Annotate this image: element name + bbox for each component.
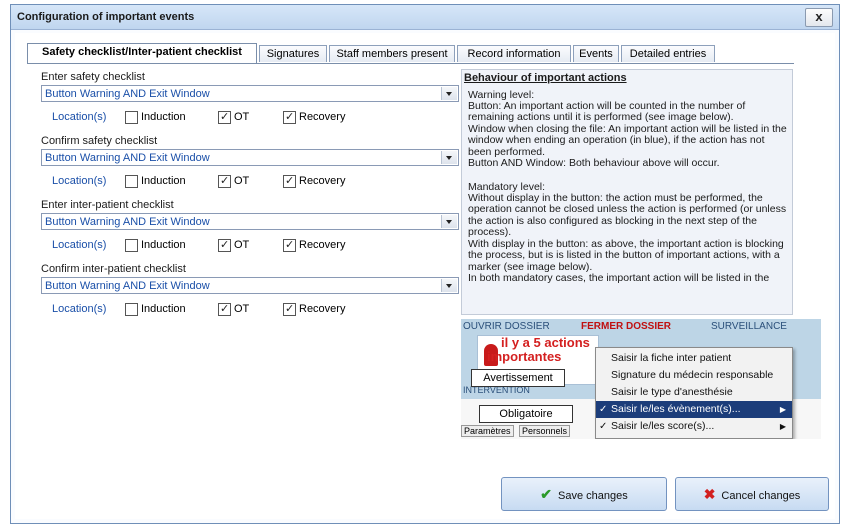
ill-header-right: SURVEILLANCE <box>711 321 787 332</box>
tab-detailed-entries[interactable]: Detailed entries <box>621 45 715 62</box>
checkbox-box[interactable] <box>283 238 296 252</box>
dropdown-arrow-icon[interactable] <box>441 87 457 100</box>
checkbox-box[interactable] <box>125 175 138 188</box>
checkbox-label: OT <box>234 239 250 251</box>
menu-item-selected: ✓ Saisir le/les évènement(s)... ▶ <box>596 401 792 418</box>
tab-safety-checklist[interactable]: Safety checklist/Inter-patient checklist <box>27 43 257 63</box>
alert-line1: il y a 5 actions <box>501 335 590 350</box>
info-heading: Behaviour of important actions <box>464 72 627 84</box>
checkbox-box[interactable] <box>283 174 296 188</box>
confirm-interpatient-label: Confirm inter-patient checklist <box>41 263 186 275</box>
enter-safety-combo[interactable]: Button Warning AND Exit Window <box>41 85 459 102</box>
check-icon: ✓ <box>599 421 608 432</box>
submenu-arrow-icon: ▶ <box>779 405 786 414</box>
tab-signatures[interactable]: Signatures <box>259 45 327 62</box>
context-menu: Saisir la fiche inter patient Signature … <box>595 347 793 439</box>
config-window: Configuration of important events x Safe… <box>10 4 840 524</box>
menu-item: Saisir le type d'anesthésie <box>611 386 733 398</box>
callout-warning: Avertissement <box>471 369 565 387</box>
checkbox-box[interactable] <box>218 302 231 316</box>
title-bar[interactable]: Configuration of important events x <box>11 5 839 30</box>
ill-tab-personnels: Personnels <box>519 425 571 437</box>
check-icon: ✓ <box>599 404 608 415</box>
close-button[interactable]: x <box>805 8 833 27</box>
illustration-image: OUVRIR DOSSIER FERMER DOSSIER SURVEILLAN… <box>461 319 821 439</box>
tab-record-information[interactable]: Record information <box>457 45 571 62</box>
dropdown-arrow-icon[interactable] <box>441 151 457 164</box>
locations-label: Location(s) <box>52 239 107 251</box>
submenu-arrow-icon: ▶ <box>779 422 786 431</box>
info-paragraph: With display in the button: as above, th… <box>468 238 784 273</box>
locations-label: Location(s) <box>52 303 107 315</box>
checkbox-label: OT <box>234 303 250 315</box>
checkbox-box[interactable] <box>218 110 231 124</box>
behaviour-info-panel: Behaviour of important actions Warning l… <box>461 69 793 315</box>
checkbox-label: Induction <box>141 239 186 251</box>
checkbox-label: OT <box>234 111 250 123</box>
checkbox-box[interactable] <box>125 303 138 316</box>
ill-header-mid: FERMER DOSSIER <box>581 321 672 332</box>
checkbox-label: Recovery <box>299 111 346 123</box>
combo-value: Button Warning AND Exit Window <box>45 88 210 100</box>
enter-safety-label: Enter safety checklist <box>41 71 145 83</box>
checkbox-label: OT <box>234 175 250 187</box>
cross-icon: ✖ <box>703 486 716 502</box>
ill-header-left: OUVRIR DOSSIER <box>463 321 550 332</box>
info-paragraph: Button: An important action will be coun… <box>468 100 746 124</box>
combo-value: Button Warning AND Exit Window <box>45 280 210 292</box>
menu-item: Saisir la fiche inter patient <box>611 352 732 364</box>
dropdown-arrow-icon[interactable] <box>441 215 457 228</box>
save-label: Save changes <box>558 490 628 502</box>
cancel-button[interactable]: ✖ Cancel changes <box>675 477 829 511</box>
combo-value: Button Warning AND Exit Window <box>45 216 210 228</box>
info-paragraph: Without display in the button: the actio… <box>468 192 787 239</box>
checkbox-box[interactable] <box>125 111 138 124</box>
dialog-body: Safety checklist/Inter-patient checklist… <box>15 33 835 519</box>
menu-item: ✓ Saisir le/les score(s)... ▶ <box>596 418 792 435</box>
checkmark-icon: ✔ <box>540 486 552 502</box>
dropdown-arrow-icon[interactable] <box>441 279 457 292</box>
window-title: Configuration of important events <box>17 11 195 23</box>
tab-events[interactable]: Events <box>573 45 619 62</box>
alert-line2: importantes <box>487 349 562 364</box>
combo-value: Button Warning AND Exit Window <box>45 152 210 164</box>
checkbox-box[interactable] <box>283 110 296 124</box>
tab-staff-members[interactable]: Staff members present <box>329 45 455 62</box>
checkbox-box[interactable] <box>218 174 231 188</box>
checkbox-label: Recovery <box>299 303 346 315</box>
locations-label: Location(s) <box>52 175 107 187</box>
checkbox-box[interactable] <box>218 238 231 252</box>
enter-interpatient-combo[interactable]: Button Warning AND Exit Window <box>41 213 459 230</box>
cancel-label: Cancel changes <box>721 490 801 502</box>
confirm-interpatient-combo[interactable]: Button Warning AND Exit Window <box>41 277 459 294</box>
checkbox-label: Induction <box>141 111 186 123</box>
checkbox-box[interactable] <box>283 302 296 316</box>
info-paragraph: In both mandatory cases, the important a… <box>468 272 770 284</box>
info-paragraph: Button AND Window: Both behaviour above … <box>468 157 720 169</box>
locations-label: Location(s) <box>52 111 107 123</box>
confirm-safety-combo[interactable]: Button Warning AND Exit Window <box>41 149 459 166</box>
checkbox-box[interactable] <box>125 239 138 252</box>
info-paragraph: Window when closing the file: An importa… <box>468 123 787 158</box>
confirm-safety-label: Confirm safety checklist <box>41 135 158 147</box>
checkbox-label: Recovery <box>299 175 346 187</box>
checkbox-label: Induction <box>141 175 186 187</box>
enter-interpatient-label: Enter inter-patient checklist <box>41 199 174 211</box>
menu-item: Signature du médecin responsable <box>611 369 774 381</box>
checkbox-label: Recovery <box>299 239 346 251</box>
ill-tab-parametres: Paramètres <box>461 425 514 437</box>
checkbox-label: Induction <box>141 303 186 315</box>
save-button[interactable]: ✔ Save changes <box>501 477 667 511</box>
callout-mandatory: Obligatoire <box>479 405 573 423</box>
